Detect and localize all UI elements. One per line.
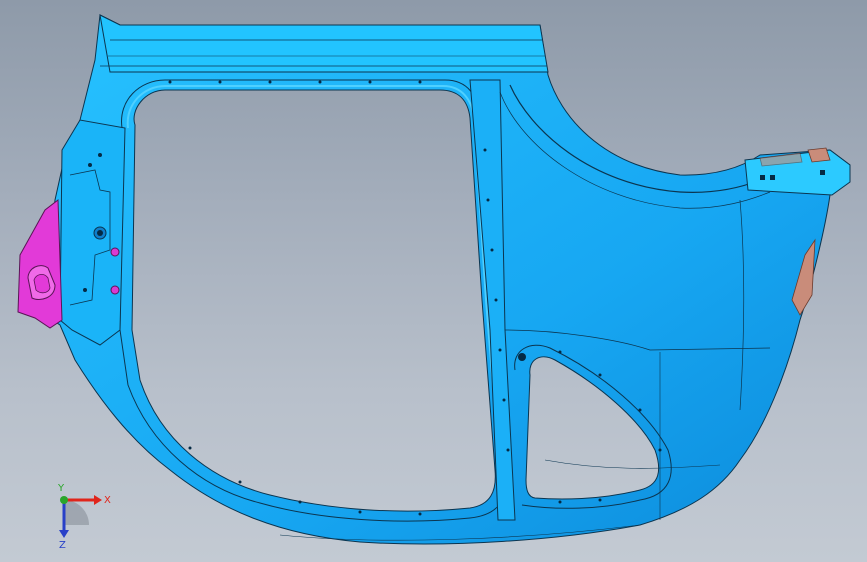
mount-hole-1 [110,247,120,257]
z-axis-label: Z [59,540,66,550]
mount-hole-2 [110,285,120,295]
a-pillar-structure[interactable] [59,119,126,346]
y-axis-label: Y [57,483,65,494]
hinge-bracket[interactable] [17,199,63,329]
roof-rail[interactable] [99,14,549,73]
orientation-triad[interactable]: X Y Z [44,480,114,550]
body-side-panel[interactable] [44,14,851,545]
3d-viewport[interactable]: X Y Z [0,0,867,562]
cad-model-view[interactable] [0,0,867,562]
quarter-panel-hole [518,353,526,361]
x-axis-label: X [104,495,111,506]
y-axis-dot [60,496,68,504]
